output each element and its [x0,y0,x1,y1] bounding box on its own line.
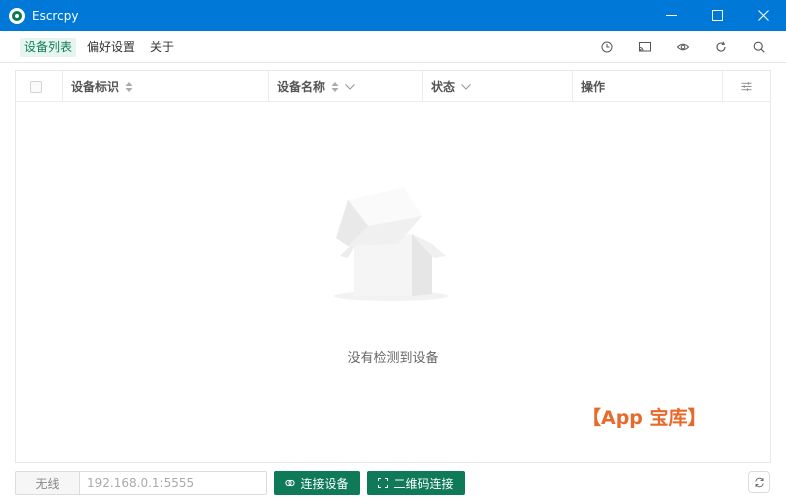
sync-icon [754,477,764,487]
sliders-icon[interactable] [741,81,752,92]
empty-message: 没有检测到设备 [347,351,439,366]
connect-device-label: 连接设备 [300,476,349,491]
eye-button[interactable] [675,39,691,55]
column-settings[interactable] [741,71,752,102]
reload-button[interactable] [748,471,770,493]
column-actions: 操作 [581,71,605,102]
eye-icon [677,43,689,51]
maximize-button[interactable] [694,0,740,31]
link-icon [285,479,296,487]
bottom-bar: 无线 连接设备 二维码连接 [0,467,786,503]
refresh-icon [716,41,726,52]
empty-box-illustration [334,188,448,301]
connect-device-button[interactable]: 连接设备 [274,471,360,495]
scan-icon [378,478,389,488]
column-device-id-label: 设备标识 [71,80,120,94]
search-icon [753,41,765,53]
column-device-name[interactable]: 设备名称 [277,71,355,102]
refresh-button[interactable] [713,39,729,55]
app-logo-icon [9,7,25,24]
search-button[interactable] [751,39,767,55]
screen-cast-button[interactable] [637,39,653,55]
connection-mode-label: 无线 [15,471,79,495]
menu-bar: 设备列表 偏好设置 关于 [0,31,786,63]
history-button[interactable] [599,39,615,55]
window-title: Escrcpy [32,8,79,23]
qr-connect-label: 二维码连接 [393,476,454,491]
select-all-cell [30,71,42,102]
column-device-id[interactable]: 设备标识 [71,71,133,102]
screen-cast-icon [639,42,651,52]
qr-connect-button[interactable]: 二维码连接 [367,471,465,495]
tab-about[interactable]: 关于 [146,38,178,57]
column-status[interactable]: 状态 [431,71,471,102]
tab-preferences[interactable]: 偏好设置 [83,38,139,57]
close-icon [757,10,769,21]
select-all-checkbox[interactable] [30,80,42,93]
history-icon [601,41,613,53]
tab-device-list[interactable]: 设备列表 [20,38,77,57]
close-button[interactable] [740,0,786,31]
title-bar: Escrcpy [0,0,786,31]
window-controls [648,0,786,31]
column-device-name-label: 设备名称 [277,80,326,94]
ip-address-input[interactable] [79,471,267,495]
sort-icon[interactable] [125,81,133,93]
maximize-icon [711,10,723,21]
minimize-button[interactable] [648,0,694,31]
column-status-label: 状态 [431,80,456,94]
chevron-down-icon[interactable] [461,83,471,91]
minimize-icon [665,15,677,16]
sort-icon[interactable] [331,81,339,93]
column-actions-label: 操作 [581,80,606,94]
table-header: 设备标识 设备名称 状态 操作 [16,71,770,102]
watermark-text: 【App 宝库】 [582,407,707,429]
chevron-down-icon[interactable] [345,83,355,91]
